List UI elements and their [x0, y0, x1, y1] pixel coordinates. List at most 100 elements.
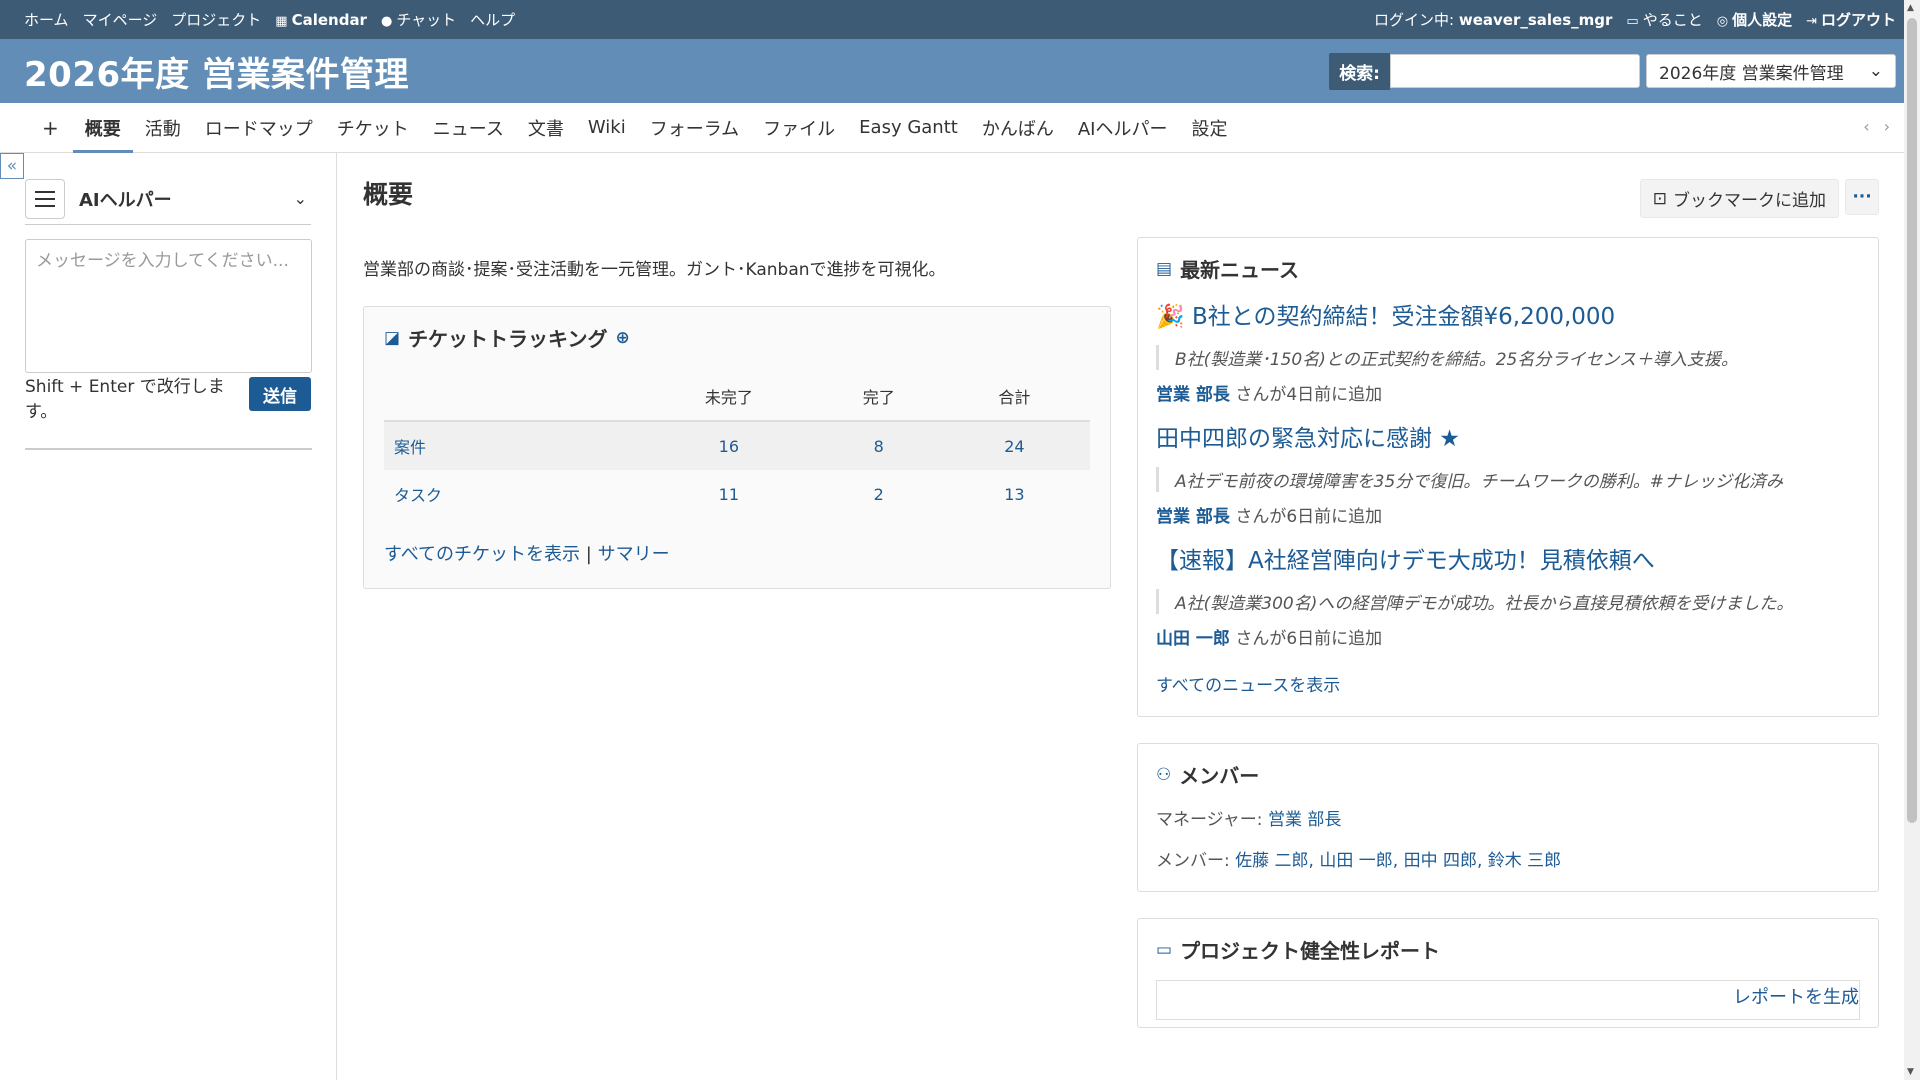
news-author-link[interactable]: 営業 部長 — [1156, 507, 1230, 527]
top-menu-left: ホーム マイページ プロジェクト ▦ Calendar ● チャット ヘルプ — [24, 9, 515, 30]
chevron-right-icon[interactable]: › — [1884, 117, 1890, 136]
news-box-title: ▤ 最新ニュース — [1156, 258, 1300, 282]
header: 2026年度 営業案件管理 検索: 2026年度 営業案件管理 ⌄ — [0, 39, 1920, 103]
tab-ai-helper[interactable]: AIヘルパー — [1066, 103, 1180, 152]
scroll-down-icon[interactable]: ▼ — [1907, 1067, 1914, 1077]
tab-easy-gantt[interactable]: Easy Gantt — [847, 103, 970, 152]
right-column: ▤ 最新ニュース 🎉 B社との契約締結！受注金額¥6,200,000 B社(製造… — [1137, 237, 1879, 1028]
tab-activity[interactable]: 活動 — [133, 103, 193, 152]
tab-roadmap[interactable]: ロードマップ — [193, 103, 325, 152]
ai-message-input[interactable]: メッセージを入力してください... — [25, 239, 312, 373]
top-link-logout[interactable]: ⇥ ログアウト — [1806, 9, 1896, 30]
member-links[interactable]: 佐藤 二郎, 山田 一郎, 田中 四郎, 鈴木 三郎 — [1235, 851, 1561, 871]
project-jump-select[interactable]: 2026年度 営業案件管理 ⌄ — [1646, 54, 1896, 88]
health-report-panel: レポートを生成 — [1156, 980, 1860, 1020]
top-link-mypage[interactable]: マイページ — [83, 9, 158, 30]
top-link-settings[interactable]: ◎ 個人設定 — [1717, 9, 1792, 30]
news-title-link[interactable]: 【速報】A社経営陣向けデモ大成功！見積依頼へ — [1156, 541, 1860, 575]
news-title-link[interactable]: 🎉 B社との契約締結！受注金額¥6,200,000 — [1156, 297, 1860, 331]
news-description: A社(製造業300名)への経営陣デモが成功。社長から直接見積依頼を受けました。 — [1156, 589, 1860, 614]
members-line: メンバー: 佐藤 二郎, 山田 一郎, 田中 四郎, 鈴木 三郎 — [1156, 851, 1562, 871]
tab-issues[interactable]: チケット — [325, 103, 421, 152]
user-circle-icon: ◎ — [1716, 14, 1729, 29]
news-author-link[interactable]: 山田 一郎 — [1156, 629, 1230, 649]
tab-overview[interactable]: 概要 — [72, 103, 133, 153]
page-scrollbar[interactable]: ▲ ▼ — [1904, 0, 1920, 1080]
tracker-name-link[interactable]: タスク — [384, 470, 639, 518]
login-user[interactable]: weaver_sales_mgr — [1459, 11, 1613, 29]
sticky-note-icon: ◪ — [384, 327, 401, 348]
tracker-open-link[interactable]: 16 — [638, 421, 819, 470]
tracker-table: 未完了 完了 合計 案件 16 8 24 タスク 11 2 13 — [384, 372, 1090, 518]
news-title-link[interactable]: 田中四郎の緊急対応に感謝 ★ — [1156, 419, 1860, 453]
top-menu-right: ログイン中: weaver_sales_mgr ▭ やること ◎ 個人設定 ⇥ ログア… — [1374, 9, 1896, 30]
ai-helper-header: AIヘルパー ⌄ — [25, 178, 311, 225]
tracker-header-name — [384, 372, 639, 422]
zoom-in-icon[interactable]: ⊕ — [615, 328, 629, 348]
content: 概要 ⊡ ブックマークに追加 ··· 営業部の商談･提案･受注活動を一元管理。ガ… — [337, 153, 1905, 1080]
health-report-title: ▭ プロジェクト健全性レポート — [1156, 939, 1441, 963]
news-box: ▤ 最新ニュース 🎉 B社との契約締結！受注金額¥6,200,000 B社(製造… — [1137, 237, 1879, 717]
sidebar-collapse-button[interactable]: « — [0, 153, 24, 179]
issue-tracking-box: ◪ チケットトラッキング ⊕ 未完了 完了 合計 案件 16 8 24 タスク … — [363, 306, 1111, 589]
top-link-chat[interactable]: ● チャット — [381, 9, 456, 30]
search-input[interactable] — [1390, 54, 1640, 88]
manager-line: マネージャー: 営業 部長 — [1156, 810, 1342, 830]
news-description: A社デモ前夜の環境障害を35分で復旧。チームワークの勝利。#ナレッジ化済み — [1156, 467, 1860, 492]
tab-news[interactable]: ニュース — [421, 103, 516, 152]
project-title: 2026年度 営業案件管理 — [24, 54, 409, 95]
top-link-help[interactable]: ヘルプ — [470, 9, 515, 30]
manager-link[interactable]: 営業 部長 — [1268, 810, 1341, 830]
tracker-header-row: 未完了 完了 合計 — [384, 372, 1090, 422]
chevron-down-icon[interactable]: ⌄ — [294, 189, 307, 208]
more-button[interactable]: ··· — [1845, 179, 1879, 215]
send-button[interactable]: 送信 — [249, 377, 311, 411]
tab-forum[interactable]: フォーラム — [638, 103, 751, 152]
tracker-total-link[interactable]: 13 — [939, 470, 1090, 518]
tracker-closed-link[interactable]: 2 — [819, 470, 939, 518]
table-row: タスク 11 2 13 — [384, 470, 1090, 518]
scroll-up-icon[interactable]: ▲ — [1907, 3, 1914, 13]
main-menu: + 概要 活動 ロードマップ チケット ニュース 文書 Wiki フォーラム フ… — [0, 103, 1920, 153]
tab-wiki[interactable]: Wiki — [576, 103, 638, 152]
login-info: ログイン中: weaver_sales_mgr — [1374, 11, 1613, 29]
chevron-left-icon[interactable]: ‹ — [1863, 117, 1869, 136]
bookmark-button[interactable]: ⊡ ブックマークに追加 — [1639, 179, 1839, 218]
top-link-projects[interactable]: プロジェクト — [171, 9, 261, 30]
newspaper-icon: ▤ — [1156, 258, 1173, 279]
view-all-news-link[interactable]: すべてのニュースを表示 — [1156, 676, 1340, 696]
calendar-icon: ▦ — [275, 13, 288, 29]
link-separator: | — [585, 544, 592, 565]
tab-kanban[interactable]: かんばん — [970, 103, 1066, 152]
tracker-name-link[interactable]: 案件 — [384, 421, 639, 470]
menu-icon[interactable] — [25, 178, 65, 219]
tracker-open-link[interactable]: 11 — [639, 470, 819, 518]
news-item: 🎉 B社との契約締結！受注金額¥6,200,000 B社(製造業･150名)との… — [1156, 297, 1860, 405]
search-label: 検索: — [1329, 52, 1390, 90]
sidebar: « AIヘルパー ⌄ メッセージを入力してください... Shift + Ent… — [0, 153, 337, 1080]
table-row: 案件 16 8 24 — [384, 421, 1090, 470]
top-link-home[interactable]: ホーム — [24, 9, 69, 30]
tracker-header-total: 合計 — [938, 372, 1090, 422]
tab-files[interactable]: ファイル — [751, 103, 847, 152]
summary-link[interactable]: サマリー — [598, 544, 670, 565]
top-link-calendar[interactable]: ▦ Calendar — [275, 11, 367, 29]
issue-tracking-title: ◪ チケットトラッキング ⊕ — [384, 327, 630, 351]
tab-documents[interactable]: 文書 — [516, 103, 576, 152]
view-all-issues-link[interactable]: すべてのチケットを表示 — [384, 544, 580, 565]
new-object-button[interactable]: + — [28, 103, 73, 152]
news-author-link[interactable]: 営業 部長 — [1156, 385, 1230, 405]
generate-report-link[interactable]: レポートを生成 — [1733, 983, 1859, 1009]
tab-settings[interactable]: 設定 — [1179, 103, 1239, 152]
tracker-closed-link[interactable]: 8 — [818, 421, 939, 470]
top-link-todo[interactable]: ▭ やること — [1626, 9, 1702, 30]
scrollbar-thumb[interactable] — [1907, 18, 1917, 823]
header-search: 検索: 2026年度 営業案件管理 ⌄ — [1329, 52, 1896, 90]
body-wrap: « AIヘルパー ⌄ メッセージを入力してください... Shift + Ent… — [0, 153, 1904, 1080]
tracker-total-link[interactable]: 24 — [938, 421, 1090, 470]
message-square-icon: ▭ — [1626, 14, 1639, 29]
members-box-title: ⚇ メンバー — [1156, 764, 1260, 788]
chevron-down-icon: ⌄ — [1868, 61, 1883, 81]
news-description: B社(製造業･150名)との正式契約を締結。25名分ライセンス＋導入支援。 — [1156, 345, 1860, 370]
ai-hint: Shift + Enter で改行します。 — [25, 377, 225, 422]
